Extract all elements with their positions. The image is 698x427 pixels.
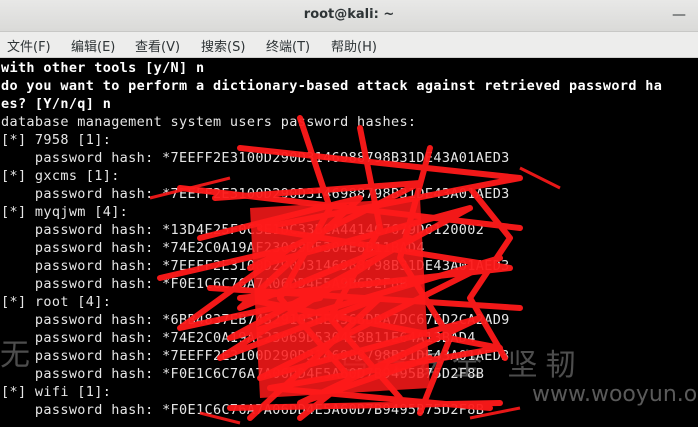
terminal-line: with other tools [y/N] n [1,60,205,76]
terminal-line: database management system users passwor… [1,114,417,130]
terminal-line: [*] wifi [1]: [1,384,112,400]
terminal-line: password hash: *74E2C0A19AF23069D5304E8B… [1,240,425,256]
terminal-line: password hash: *F0E1C6C76A7A06DD4E5A60D7… [1,366,485,382]
menu-file[interactable]: 文件(F) [7,36,51,55]
terminal-line: password hash: *7EEFF2E3100D290D31469887… [1,186,510,202]
menu-help[interactable]: 帮助(H) [331,36,377,55]
terminal-line: password hash: *13D4E25F0C3E1DC33BCA4414… [1,222,485,238]
menu-edit[interactable]: 编辑(E) [71,36,115,55]
terminal-output[interactable]: 无 乌云安全 坚韧 www.wooyun.org with other tool… [0,58,698,427]
menu-view[interactable]: 查看(V) [135,36,180,55]
watermark-url: www.wooyun.org [532,382,698,407]
terminal-line: password hash: *F0E1C6C76A7A06DD4E5A9B6D… [1,276,408,292]
terminal-line: [*] root [4]: [1,294,112,310]
terminal-line: [*] myqjwm [4]: [1,204,129,220]
terminal-line: do you want to perform a dictionary-base… [1,78,663,94]
menu-bar: 文件(F) 编辑(E) 查看(V) 搜索(S) 终端(T) 帮助(H) [0,32,698,58]
window-titlebar[interactable]: root@kali: ~ — [0,0,698,32]
terminal-line: password hash: *7EEFF2E3100D290D31469887… [1,258,510,274]
terminal-line: password hash: *F0E1C6C76A7A06DD4E5A60D7… [1,402,485,418]
terminal-line: [*] gxcms [1]: [1,168,120,184]
menu-terminal[interactable]: 终端(T) [266,36,310,55]
terminal-line: es? [Y/n/q] n [1,96,112,112]
terminal-line: password hash: *74E2C0A19AF23069D5304E8B… [1,330,476,346]
terminal-line: password hash: *7EEFF2E3100D290D31469887… [1,150,510,166]
terminal-line: password hash: *7EEFF2E3100D290D31469887… [1,348,510,364]
menu-search[interactable]: 搜索(S) [201,36,245,55]
terminal-line: password hash: *6BB4837EB74329105EE4568D… [1,312,510,328]
window-title: root@kali: ~ [303,7,395,22]
terminal-line: [*] 7958 [1]: [1,132,112,148]
minimize-button[interactable]: — [668,6,690,26]
